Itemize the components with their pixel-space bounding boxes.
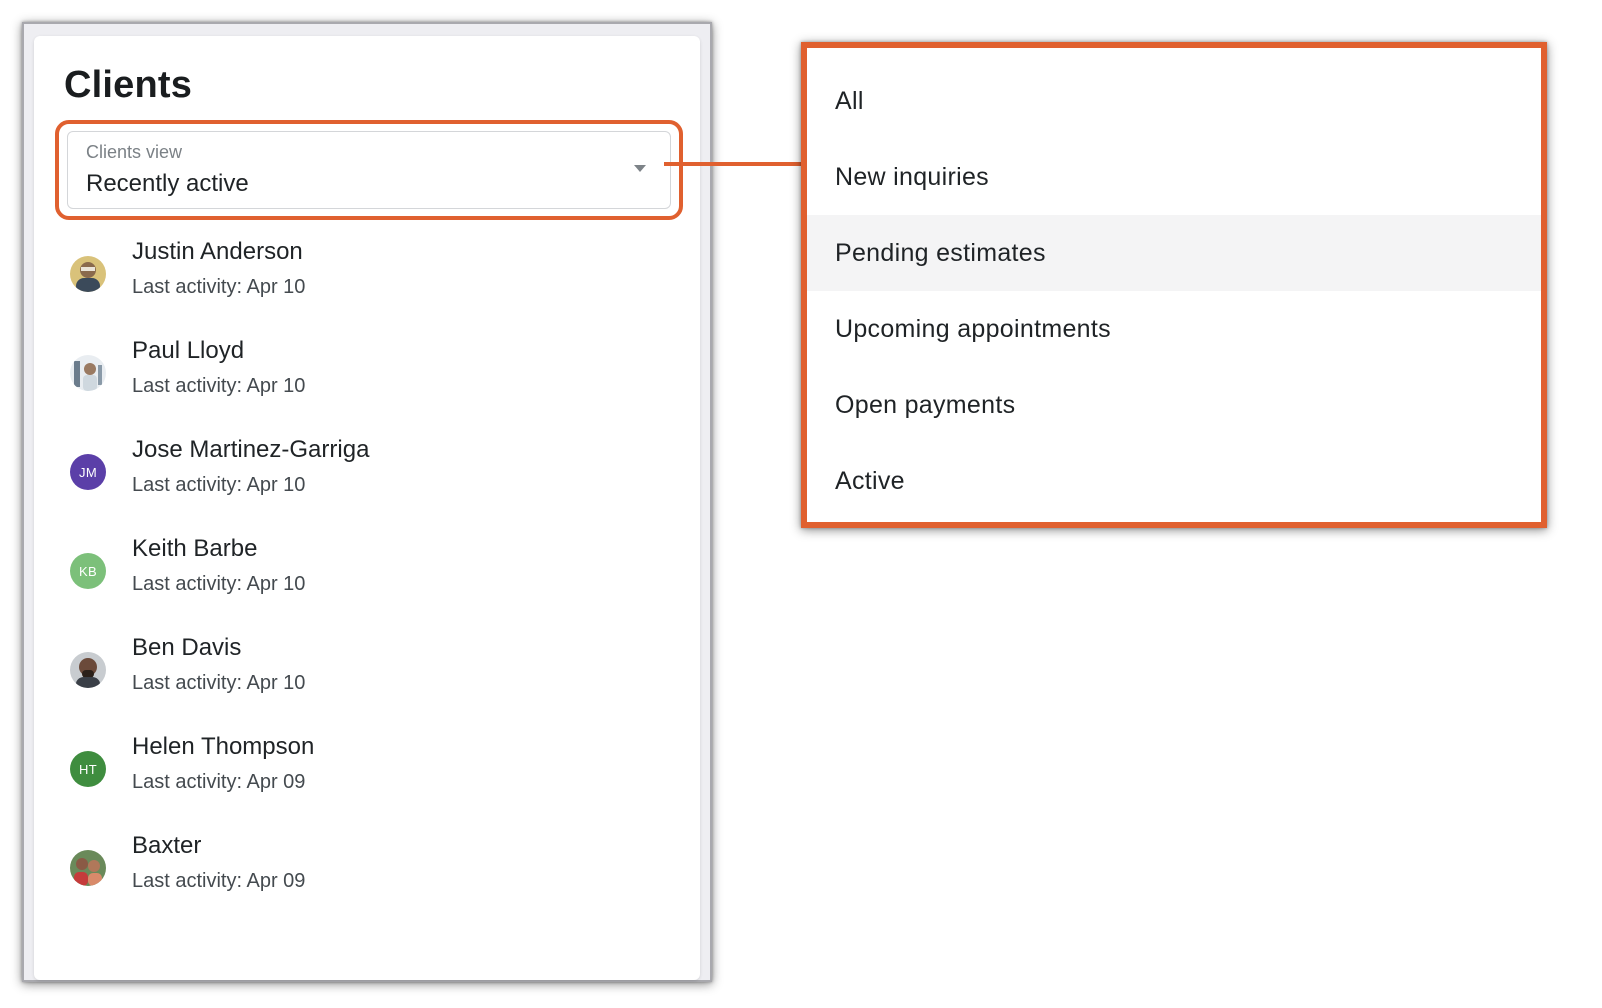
client-row[interactable]: Ben Davis Last activity: Apr 10 — [34, 628, 700, 727]
client-activity: Last activity: Apr 10 — [132, 474, 306, 496]
client-list: Justin Anderson Last activity: Apr 10 Pa… — [34, 232, 700, 925]
client-activity: Last activity: Apr 09 — [132, 771, 306, 793]
client-activity: Last activity: Apr 10 — [132, 573, 306, 595]
select-highlight: Clients view Recently active — [55, 120, 683, 220]
client-name: Keith Barbe — [132, 535, 258, 562]
clients-screenshot: Clients Clients view Recently active Jus… — [22, 22, 712, 982]
clients-view-value: Recently active — [86, 170, 249, 197]
client-row[interactable]: Justin Anderson Last activity: Apr 10 — [34, 232, 700, 331]
client-activity: Last activity: Apr 10 — [132, 672, 306, 694]
client-row[interactable]: Paul Lloyd Last activity: Apr 10 — [34, 331, 700, 430]
client-row[interactable]: Baxter Last activity: Apr 09 — [34, 826, 700, 925]
avatar-photo-icon — [70, 850, 106, 886]
client-name: Jose Martinez-Garriga — [132, 436, 370, 463]
client-activity: Last activity: Apr 10 — [132, 276, 306, 298]
client-row[interactable]: JM Jose Martinez-Garriga Last activity: … — [34, 430, 700, 529]
client-name: Baxter — [132, 832, 202, 859]
avatar-initials: HT — [70, 751, 106, 787]
avatar-photo-icon — [70, 355, 106, 391]
avatar-photo-icon — [70, 652, 106, 688]
menu-item-new-inquiries[interactable]: New inquiries — [807, 139, 1541, 215]
avatar-initials: KB — [70, 553, 106, 589]
menu-item-upcoming-appointments[interactable]: Upcoming appointments — [807, 291, 1541, 367]
menu-item-pending-estimates[interactable]: Pending estimates — [807, 215, 1541, 291]
client-activity: Last activity: Apr 10 — [132, 375, 306, 397]
clients-view-label: Clients view — [86, 142, 183, 162]
client-name: Ben Davis — [132, 634, 242, 661]
clients-view-dropdown: All New inquiries Pending estimates Upco… — [801, 42, 1547, 528]
caret-down-icon — [634, 165, 646, 172]
avatar-photo-icon — [70, 256, 106, 292]
client-activity: Last activity: Apr 09 — [132, 870, 306, 892]
client-row[interactable]: KB Keith Barbe Last activity: Apr 10 — [34, 529, 700, 628]
client-name: Justin Anderson — [132, 238, 303, 265]
avatar-initials: JM — [70, 454, 106, 490]
clients-card: Clients Clients view Recently active Jus… — [34, 36, 700, 980]
page-title: Clients — [64, 64, 193, 106]
client-row[interactable]: HT Helen Thompson Last activity: Apr 09 — [34, 727, 700, 826]
menu-item-open-payments[interactable]: Open payments — [807, 367, 1541, 443]
client-name: Paul Lloyd — [132, 337, 245, 364]
clients-view-select[interactable]: Clients view Recently active — [67, 131, 671, 209]
client-name: Helen Thompson — [132, 733, 315, 760]
menu-item-active[interactable]: Active — [807, 443, 1541, 519]
menu-item-all[interactable]: All — [807, 63, 1541, 139]
callout-connector — [664, 162, 804, 166]
